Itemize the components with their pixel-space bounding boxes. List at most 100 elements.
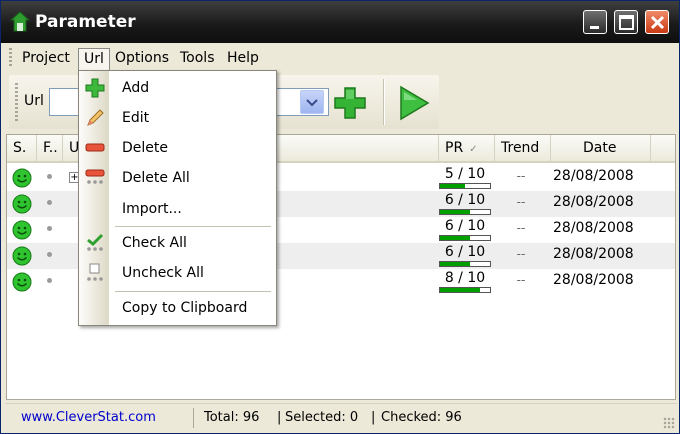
smiley-status-icon <box>12 194 32 214</box>
pagerank-bar <box>439 209 491 215</box>
menu-item-uncheck-all[interactable]: Uncheck All <box>79 259 276 287</box>
menu-item-label: Import... <box>122 201 182 217</box>
menu-separator <box>115 226 271 227</box>
menu-item-delete[interactable]: Delete <box>79 134 276 162</box>
pagerank-bar <box>439 235 491 241</box>
menu-item-label: Add <box>122 80 150 96</box>
add-url-button[interactable] <box>331 85 369 121</box>
pagerank-fill <box>440 184 465 188</box>
pagerank-bar <box>439 261 491 267</box>
pagerank-bar <box>439 287 491 293</box>
trend-cell: -- <box>516 195 526 209</box>
menu-item-delete-all[interactable]: Delete All <box>79 164 276 192</box>
pagerank-text: 6 / 10 <box>444 244 486 260</box>
title-bar[interactable]: Parameter <box>1 1 679 43</box>
date-cell: 28/08/2008 <box>553 272 634 288</box>
maximize-icon <box>619 15 634 30</box>
flag-dot <box>47 174 52 179</box>
pagerank-fill <box>440 288 480 292</box>
menu-item-import[interactable]: Import... <box>79 195 276 223</box>
smiley-status-icon <box>12 168 32 188</box>
run-check-button[interactable] <box>395 84 431 122</box>
menu-separator <box>115 291 271 292</box>
trend-cell: -- <box>516 169 526 183</box>
menu-item-label: Uncheck All <box>122 265 204 281</box>
col-trend[interactable]: Trend <box>495 135 551 161</box>
col-date[interactable]: Date <box>551 135 651 161</box>
flag-dot <box>47 200 52 205</box>
minimize-button[interactable] <box>583 10 607 34</box>
status-divider: | <box>277 410 282 425</box>
date-cell: 28/08/2008 <box>553 220 634 236</box>
url-dropdown-button[interactable] <box>300 90 324 114</box>
menu-grip[interactable] <box>9 48 12 68</box>
app-icon <box>10 11 30 32</box>
url-label: Url <box>24 93 44 109</box>
status-selected: Selected: 0 <box>285 410 359 425</box>
pagerank-cell: 6 / 10 <box>439 218 491 241</box>
date-cell: 28/08/2008 <box>553 168 634 184</box>
menu-item-check-all[interactable]: Check All <box>79 229 276 257</box>
trend-cell: -- <box>516 247 526 261</box>
pagerank-cell: 6 / 10 <box>439 192 491 215</box>
pagerank-text: 5 / 10 <box>444 166 486 182</box>
close-icon <box>650 15 665 30</box>
minimize-icon <box>590 26 599 29</box>
menu-url[interactable]: Url <box>78 48 110 70</box>
sort-arrow-icon: ✓ <box>469 144 478 155</box>
smiley-status-icon <box>12 272 32 292</box>
pagerank-fill <box>440 210 470 214</box>
menu-item-copy-to-clipboard[interactable]: Copy to Clipboard <box>79 294 276 322</box>
status-bar: www.CleverStat.com Total: 96 | Selected:… <box>5 403 677 431</box>
app-window: Parameter Project Url Options Tools Help… <box>0 0 680 434</box>
uncheck-all-icon <box>87 263 103 281</box>
check-all-icon <box>87 233 104 251</box>
smiley-status-icon <box>12 246 32 266</box>
delete-icon <box>85 143 105 152</box>
menu-tools[interactable]: Tools <box>175 48 220 70</box>
status-divider: | <box>371 410 376 425</box>
col-status[interactable]: S. <box>7 135 37 161</box>
menu-item-label: Edit <box>122 110 150 126</box>
maximize-button[interactable] <box>614 10 638 34</box>
smiley-status-icon <box>12 220 32 240</box>
date-cell: 28/08/2008 <box>553 246 634 262</box>
pagerank-text: 6 / 10 <box>444 218 486 234</box>
url-menu-dropdown: Add Edit Delete Delete All Import... Che… <box>78 70 277 326</box>
pagerank-cell: 5 / 10 <box>439 166 491 189</box>
website-link[interactable]: www.CleverStat.com <box>21 410 156 425</box>
menu-item-label: Delete All <box>122 170 190 186</box>
trend-cell: -- <box>516 221 526 235</box>
toolbar-separator <box>383 79 385 125</box>
flag-dot <box>47 252 52 257</box>
pagerank-cell: 8 / 10 <box>439 270 491 293</box>
status-checked: Checked: 96 <box>381 410 462 425</box>
col-flag[interactable]: F.. <box>37 135 63 161</box>
pagerank-cell: 6 / 10 <box>439 244 491 267</box>
col-pr[interactable]: PR ✓ <box>439 135 495 161</box>
resize-grip[interactable] <box>663 417 675 429</box>
close-button[interactable] <box>645 10 669 34</box>
date-cell: 28/08/2008 <box>553 194 634 210</box>
delete-all-icon <box>85 169 105 184</box>
flag-dot <box>47 278 52 283</box>
flag-dot <box>47 226 52 231</box>
menu-project[interactable]: Project <box>17 48 75 70</box>
pencil-icon <box>87 109 104 126</box>
menu-bar: Project Url Options Tools Help <box>5 44 675 72</box>
toolbar-grip[interactable] <box>15 83 18 121</box>
menu-help[interactable]: Help <box>222 48 264 70</box>
col-pr-label: PR <box>445 140 464 156</box>
menu-item-add[interactable]: Add <box>79 74 276 102</box>
menu-item-label: Copy to Clipboard <box>122 300 248 316</box>
pagerank-bar <box>439 183 491 189</box>
chevron-down-icon <box>306 99 318 107</box>
menu-options[interactable]: Options <box>110 48 174 70</box>
pagerank-text: 8 / 10 <box>444 270 486 286</box>
pagerank-fill <box>440 262 470 266</box>
menu-item-edit[interactable]: Edit <box>79 104 276 132</box>
pagerank-fill <box>440 236 470 240</box>
trend-cell: -- <box>516 273 526 287</box>
menu-item-label: Check All <box>122 235 187 251</box>
add-icon <box>85 78 105 98</box>
